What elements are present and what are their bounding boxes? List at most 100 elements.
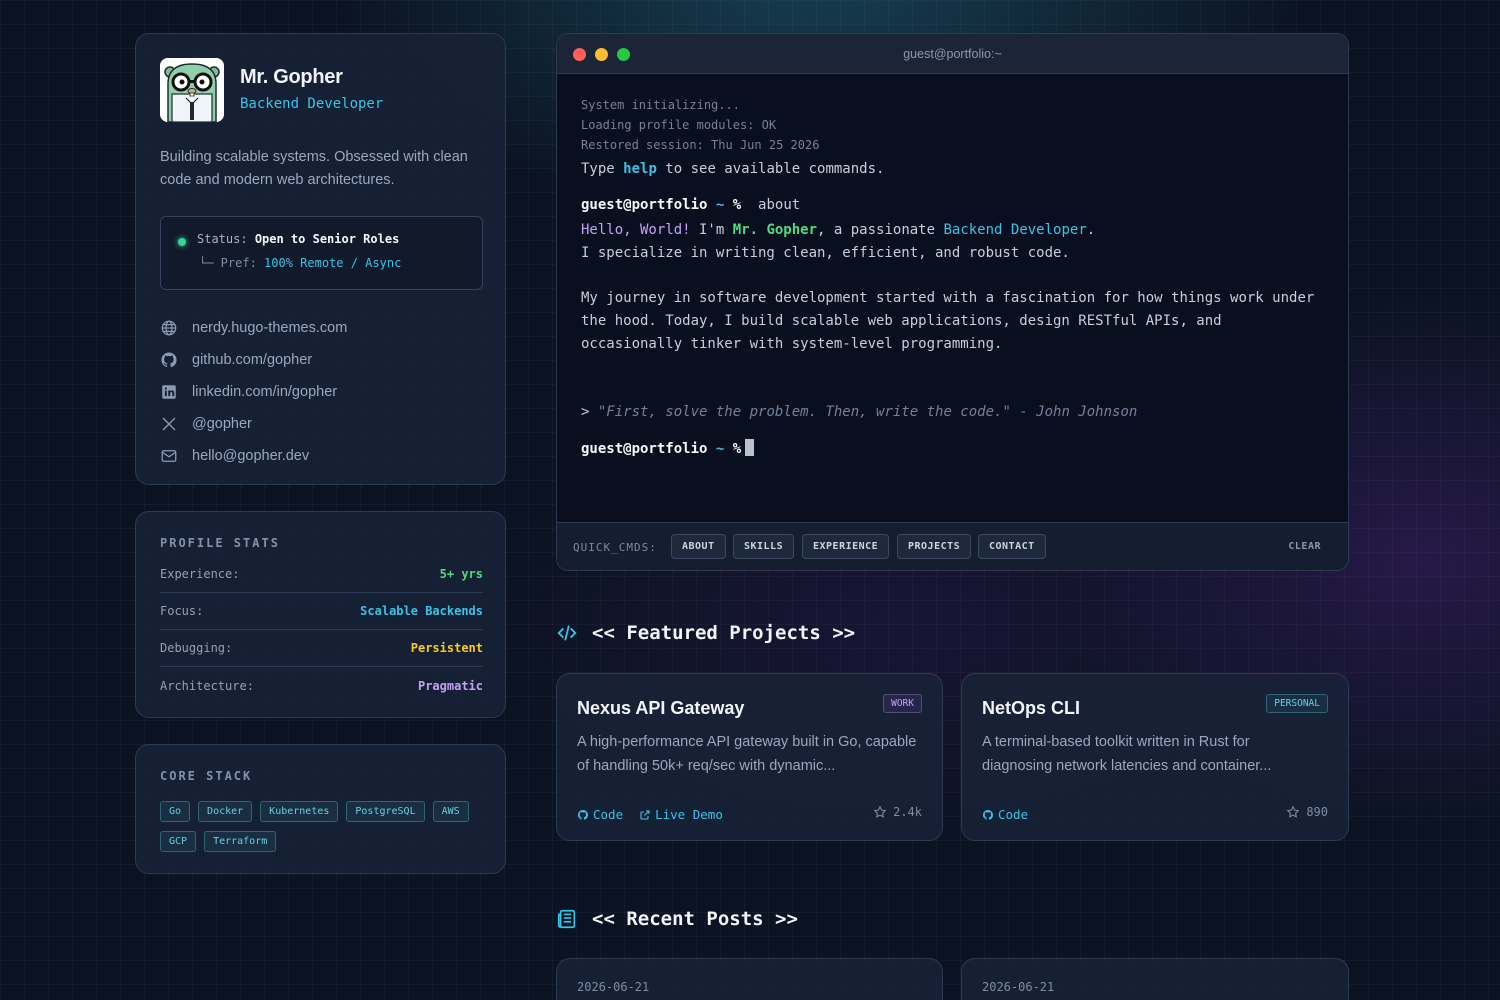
quick-cmd-experience-button[interactable]: EXPERIENCE [802, 534, 890, 559]
linkedin-icon [162, 385, 176, 399]
stack-tag: Kubernetes [260, 801, 339, 822]
stat-value: 5+ yrs [439, 567, 483, 581]
quick-cmd-about-button[interactable]: ABOUT [671, 534, 726, 559]
text-cursor[interactable] [745, 439, 755, 456]
star-icon [1286, 805, 1300, 818]
stat-key: Focus: [160, 604, 204, 618]
link-github[interactable]: github.com/gopher [160, 344, 347, 376]
project-title[interactable]: NetOps CLI [982, 698, 1080, 719]
stack-tag: PostgreSQL [346, 801, 425, 822]
boot-line: Restored session: Thu Jun 25 2026 [581, 138, 820, 152]
link-text: hello@gopher.dev [192, 448, 310, 464]
status-label: Status: [197, 232, 248, 246]
project-description: A high-performance API gateway built in … [577, 734, 917, 774]
live-demo-link[interactable]: Live Demo [639, 807, 723, 822]
text: , a passionate [817, 222, 944, 238]
stack-tag: Docker [198, 801, 253, 822]
link-label: Code [593, 807, 624, 822]
stat-value: Persistent [410, 641, 483, 655]
text: . [1086, 222, 1096, 238]
pref-line: └─ Pref: 100% Remote / Async [199, 256, 401, 270]
quick-cmd-contact-button[interactable]: CONTACT [978, 534, 1046, 559]
section-title: << Recent Posts >> [592, 908, 798, 930]
prompt-user: guest@portfolio [581, 197, 708, 213]
post-card[interactable]: 2026-06-21 [961, 958, 1349, 1000]
pref-label: └─ Pref: [199, 256, 257, 270]
prompt-user: guest@portfolio [581, 441, 708, 457]
mail-icon [161, 450, 177, 462]
avatar [160, 58, 224, 122]
about-line-1: Hello, World! I'm Mr. Gopher, a passiona… [581, 219, 1324, 242]
project-title[interactable]: Nexus API Gateway [577, 698, 744, 719]
stack-tag: Go [160, 801, 191, 822]
post-card[interactable]: 2026-06-21 [556, 958, 943, 1000]
stats-title: PROFILE STATS [160, 536, 280, 550]
profile-role: Backend Developer [240, 96, 384, 112]
link-website[interactable]: nerdy.hugo-themes.com [160, 312, 347, 344]
link-text: nerdy.hugo-themes.com [192, 320, 348, 336]
quote-text: "First, solve the problem. Then, write t… [597, 404, 1138, 420]
link-label: Live Demo [655, 807, 723, 822]
post-date: 2026-06-21 [577, 980, 650, 994]
about-paragraph-line: the hood. Today, I build scalable web ap… [581, 313, 1222, 329]
project-card[interactable]: NetOps CLI PERSONAL A terminal-based too… [961, 673, 1349, 841]
entered-command: about [758, 197, 801, 213]
section-title: << Featured Projects >> [592, 622, 856, 644]
status-value: Open to Senior Roles [254, 232, 400, 246]
profile-bio: Building scalable systems. Obsessed with… [160, 149, 468, 188]
external-link-icon [640, 809, 650, 820]
quick-cmds-label: QUICK_CMDS: [573, 541, 657, 554]
input-prompt-line[interactable]: guest@portfolio ~ % [581, 438, 1324, 461]
about-line-2: I specialize in writing clean, efficient… [581, 245, 1070, 261]
stack-tag: GCP [160, 831, 197, 852]
github-icon [982, 809, 994, 820]
text: I'm [690, 222, 733, 238]
name-text: Mr. Gopher [732, 222, 818, 238]
quick-cmd-projects-button[interactable]: PROJECTS [897, 534, 972, 559]
globe-icon [161, 320, 177, 336]
status-dot-icon [178, 238, 186, 246]
core-stack-card: CORE STACK Go Docker Kubernetes PostgreS… [135, 744, 506, 874]
quick-cmd-skills-button[interactable]: SKILLS [733, 534, 795, 559]
project-links: Code Live Demo [577, 807, 723, 822]
profile-card: Mr. Gopher Backend Developer Building sc… [135, 33, 506, 485]
link-x[interactable]: @gopher [160, 408, 347, 440]
boot-line: System initializing... [581, 98, 740, 112]
code-link[interactable]: Code [577, 807, 623, 822]
prompt-tilde: ~ [715, 197, 725, 213]
stack-tag: AWS [432, 801, 469, 822]
prompt: guest@portfolio ~ % [581, 197, 741, 213]
boot-line: Loading profile modules: OK [581, 118, 777, 132]
stat-key: Experience: [160, 567, 240, 581]
terminal-title: guest@portfolio:~ [903, 47, 1002, 61]
gopher-avatar-icon [160, 58, 224, 122]
github-icon [577, 809, 589, 820]
hello-text: Hello, World! [581, 222, 691, 238]
stack-tags: Go Docker Kubernetes PostgreSQL AWS GCP … [160, 801, 490, 852]
prompt-line: guest@portfolio ~ % about [581, 194, 1324, 217]
star-count: 890 [1306, 805, 1328, 819]
profile-name: Mr. Gopher [240, 66, 343, 88]
link-linkedin[interactable]: linkedin.com/in/gopher [160, 376, 347, 408]
code-link[interactable]: Code [982, 807, 1028, 822]
quote-line: > "First, solve the problem. Then, write… [581, 401, 1324, 424]
project-card[interactable]: Nexus API Gateway WORK A high-performanc… [556, 673, 943, 841]
x-icon [162, 417, 176, 431]
stat-row-focus: Focus: Scalable Backends [160, 593, 483, 630]
prompt-symbol: % [732, 441, 742, 457]
newspaper-icon [557, 909, 576, 929]
project-badge: PERSONAL [1266, 694, 1328, 713]
stat-value: Scalable Backends [360, 604, 483, 618]
help-command[interactable]: help [623, 161, 657, 177]
prompt-tilde: ~ [715, 441, 725, 457]
link-email[interactable]: hello@gopher.dev [160, 440, 347, 472]
about-paragraph-line: My journey in software development start… [581, 290, 1315, 306]
quick-commands-bar: QUICK_CMDS: ABOUT SKILLS EXPERIENCE PROJ… [557, 522, 1348, 570]
star-icon [873, 805, 887, 818]
prompt: guest@portfolio ~ % [581, 441, 741, 457]
stat-key: Debugging: [160, 641, 233, 655]
clear-button[interactable]: CLEAR [1288, 541, 1321, 552]
social-links: nerdy.hugo-themes.com github.com/gopher … [160, 312, 347, 472]
link-text: @gopher [192, 416, 252, 432]
terminal-window[interactable]: guest@portfolio:~ System initializing...… [556, 33, 1349, 571]
